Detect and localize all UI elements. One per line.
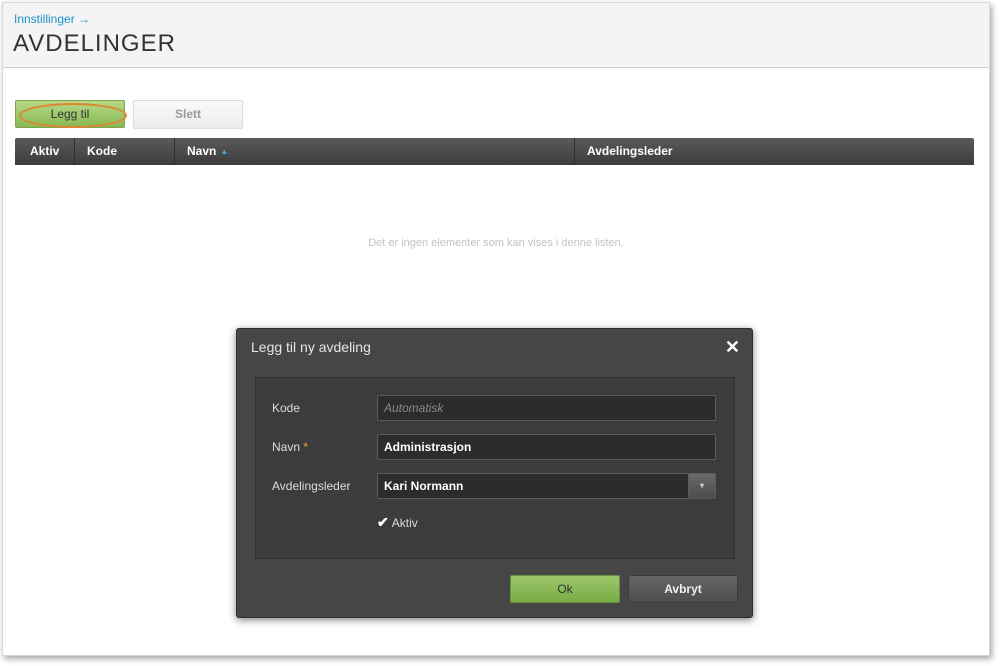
aktiv-checkbox[interactable]: ✔ Aktiv: [377, 514, 418, 531]
navn-input[interactable]: Administrasjon: [377, 434, 716, 460]
add-button[interactable]: Legg til: [15, 100, 125, 128]
kode-input[interactable]: Automatisk: [377, 395, 716, 421]
column-header-navn-label: Navn: [187, 144, 217, 158]
empty-list-message: Det er ingen elementer som kan vises i d…: [368, 237, 624, 249]
avdelingsleder-select[interactable]: Kari Normann ▾: [377, 473, 716, 499]
navn-label: Navn *: [272, 440, 308, 454]
checkmark-icon[interactable]: ✔: [377, 514, 389, 530]
add-department-dialog: Legg til ny avdeling ✕ Kode Automatisk N…: [236, 328, 753, 618]
grid-header: Aktiv Kode Navn ▲ Avdelingsleder: [15, 138, 974, 165]
kode-label: Kode: [272, 401, 301, 415]
column-header-aktiv[interactable]: Aktiv: [15, 138, 75, 165]
navn-label-text: Navn: [272, 440, 301, 454]
sort-asc-icon: ▲: [220, 147, 229, 156]
page-header: Innstillinger → AVDELINGER: [3, 3, 989, 68]
dropdown-arrow-icon[interactable]: ▾: [688, 474, 715, 498]
ok-button[interactable]: Ok: [510, 575, 620, 603]
avdelingsleder-label: Avdelingsleder: [272, 479, 351, 493]
column-header-navn[interactable]: Navn ▲: [175, 138, 575, 165]
aktiv-checkbox-label: Aktiv: [391, 516, 418, 530]
breadcrumb-settings-link[interactable]: Innstillinger →: [14, 12, 90, 26]
close-icon[interactable]: ✕: [725, 337, 740, 357]
dialog-title: Legg til ny avdeling: [251, 339, 371, 355]
column-header-kode[interactable]: Kode: [75, 138, 175, 165]
avdelingsleder-value: Kari Normann: [384, 479, 464, 493]
dialog-form: Kode Automatisk Navn * Administrasjon Av…: [255, 377, 735, 559]
cancel-button[interactable]: Avbryt: [628, 575, 738, 603]
column-header-avdelingsleder[interactable]: Avdelingsleder: [575, 138, 974, 165]
page-title: AVDELINGER: [13, 30, 176, 57]
app-window: Innstillinger → AVDELINGER Legg til Slet…: [2, 2, 990, 656]
required-marker: *: [303, 440, 309, 454]
delete-button[interactable]: Slett: [133, 100, 243, 129]
